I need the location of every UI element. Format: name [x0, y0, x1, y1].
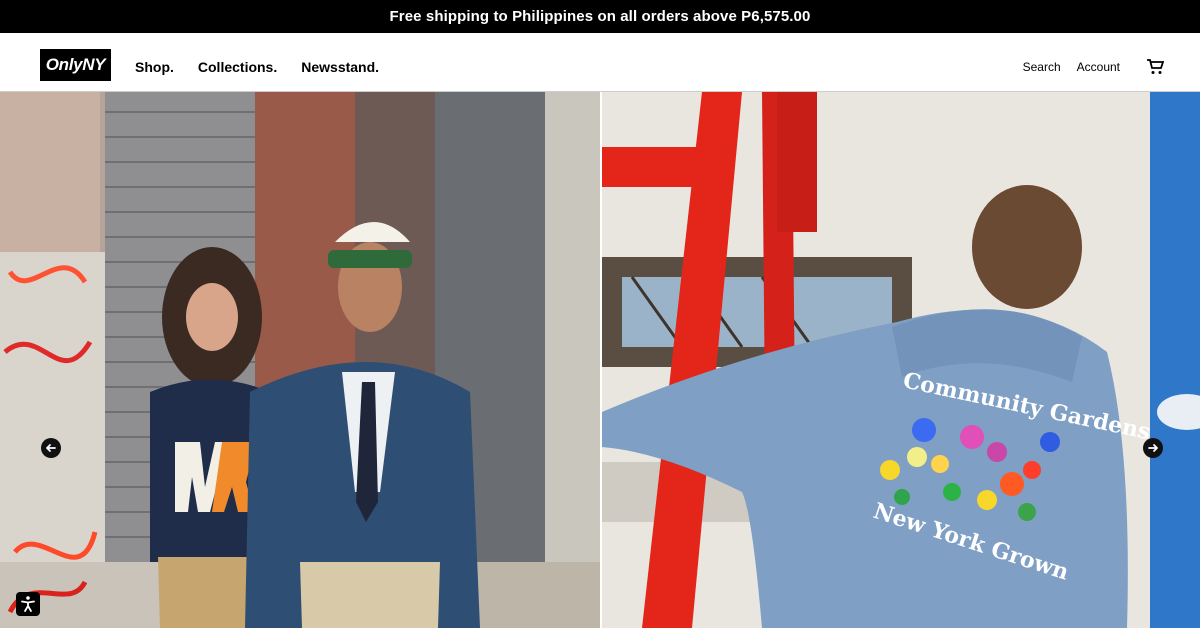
- hero-slide-left[interactable]: [0, 92, 600, 628]
- account-link[interactable]: Account: [1077, 60, 1120, 74]
- hero-image-left: [0, 92, 600, 628]
- carousel-prev-button[interactable]: [41, 438, 61, 458]
- accessibility-icon: [21, 596, 35, 612]
- announcement-bar: Free shipping to Philippines on all orde…: [0, 0, 1200, 33]
- site-header: OnlyNY Shop. Collections. Newsstand. Sea…: [0, 33, 1200, 92]
- arrow-left-icon: [46, 444, 56, 452]
- utility-nav: Search Account: [1023, 59, 1164, 75]
- announcement-text: Free shipping to Philippines on all orde…: [389, 8, 811, 25]
- main-nav: Shop. Collections. Newsstand.: [135, 59, 379, 75]
- accessibility-button[interactable]: [16, 592, 40, 616]
- nav-newsstand[interactable]: Newsstand.: [301, 59, 379, 75]
- carousel-next-button[interactable]: [1143, 438, 1163, 458]
- nav-collections[interactable]: Collections.: [198, 59, 277, 75]
- search-link[interactable]: Search: [1023, 60, 1061, 74]
- hero-image-right: Community Gardens New York Grown: [602, 92, 1200, 628]
- hero-slide-right[interactable]: Community Gardens New York Grown: [600, 92, 1200, 628]
- cart-icon[interactable]: [1146, 59, 1164, 75]
- hero-carousel: Community Gardens New York Grown: [0, 92, 1200, 628]
- nav-shop[interactable]: Shop.: [135, 59, 174, 75]
- arrow-right-icon: [1148, 444, 1158, 452]
- site-logo[interactable]: OnlyNY: [40, 49, 111, 81]
